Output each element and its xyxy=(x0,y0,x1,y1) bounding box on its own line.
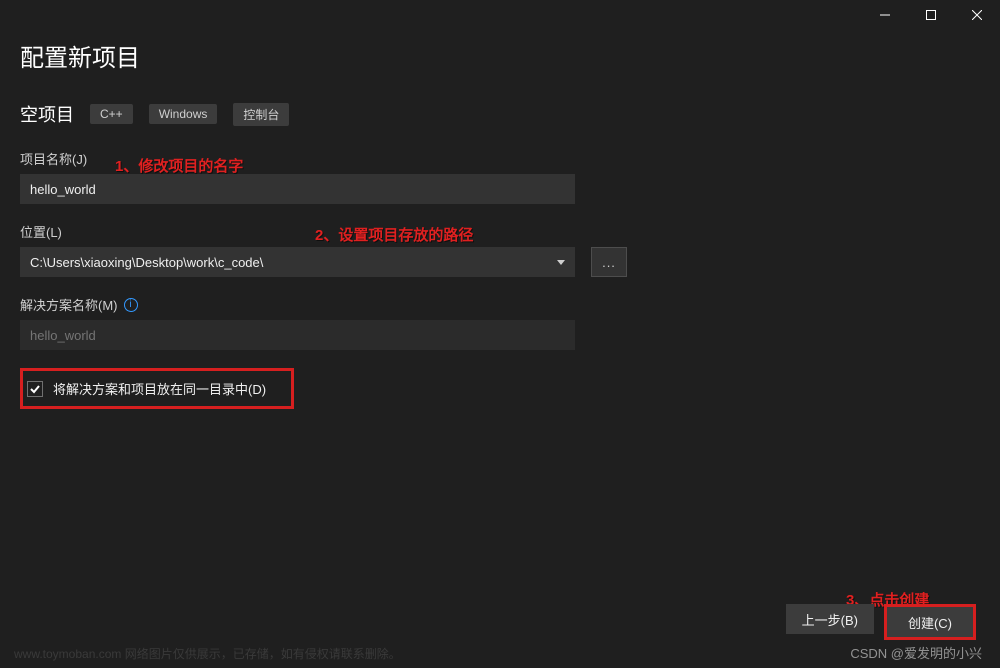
project-name-label: 项目名称(J) xyxy=(20,149,980,168)
close-button[interactable] xyxy=(954,0,1000,30)
project-type-name: 空项目 xyxy=(20,101,74,127)
location-dropdown[interactable]: C:\Users\xiaoxing\Desktop\work\c_code\ xyxy=(20,247,575,277)
solution-name-group: 解决方案名称(M) i xyxy=(20,295,980,350)
solution-name-input xyxy=(20,320,575,350)
back-button[interactable]: 上一步(B) xyxy=(786,604,874,634)
tag-windows: Windows xyxy=(149,104,218,124)
create-highlight: 创建(C) xyxy=(884,604,976,640)
page-title: 配置新项目 xyxy=(20,38,980,73)
tag-cpp: C++ xyxy=(90,104,133,124)
browse-button[interactable]: ... xyxy=(591,247,627,277)
title-bar xyxy=(0,0,1000,30)
maximize-button[interactable] xyxy=(908,0,954,30)
same-directory-label: 将解决方案和项目放在同一目录中(D) xyxy=(53,379,266,398)
watermark: CSDN @爱发明的小兴 xyxy=(850,643,982,662)
tag-console: 控制台 xyxy=(233,103,289,126)
location-group: 位置(L) C:\Users\xiaoxing\Desktop\work\c_c… xyxy=(20,222,980,277)
same-directory-checkbox-row[interactable]: 将解决方案和项目放在同一目录中(D) xyxy=(20,368,294,409)
solution-name-label-text: 解决方案名称(M) xyxy=(20,295,118,314)
project-type-row: 空项目 C++ Windows 控制台 xyxy=(20,101,980,127)
minimize-button[interactable] xyxy=(862,0,908,30)
source-mark: www.toymoban.com 网络图片仅供展示，已存储，如有侵权请联系删除。 xyxy=(14,645,401,662)
project-name-group: 项目名称(J) xyxy=(20,149,980,204)
check-icon xyxy=(29,383,41,395)
location-value: C:\Users\xiaoxing\Desktop\work\c_code\ xyxy=(30,255,263,270)
footer-buttons: 上一步(B) 创建(C) xyxy=(786,604,976,640)
info-icon[interactable]: i xyxy=(124,298,138,312)
location-label: 位置(L) xyxy=(20,222,980,241)
chevron-down-icon xyxy=(557,260,565,265)
solution-name-label: 解决方案名称(M) i xyxy=(20,295,980,314)
create-button[interactable]: 创建(C) xyxy=(887,607,973,637)
project-name-input[interactable] xyxy=(20,174,575,204)
same-directory-checkbox[interactable] xyxy=(27,381,43,397)
